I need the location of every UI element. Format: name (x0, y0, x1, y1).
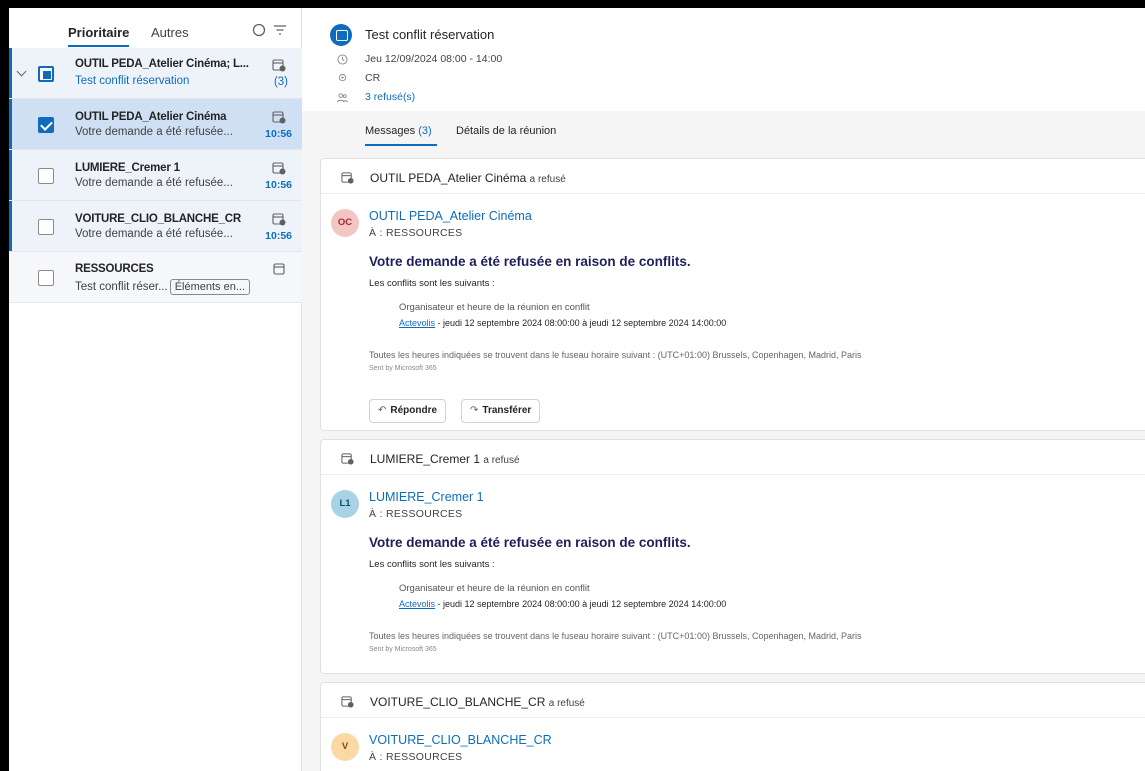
calendar-declined-icon (272, 213, 286, 226)
event-title: Test conflit réservation (365, 27, 495, 42)
list-item-sender: LUMIERE_Cremer 1 (75, 162, 180, 174)
message-checkbox[interactable] (38, 117, 54, 133)
list-item-message[interactable]: VOITURE_CLIO_BLANCHE_CR Votre demande a … (9, 201, 302, 252)
conversation-checkbox[interactable] (38, 66, 54, 82)
category-pill: Éléments en... (169, 279, 251, 295)
calendar-declined-icon (272, 162, 286, 175)
event-attendees[interactable]: 3 refusé(s) (365, 91, 415, 103)
tab-messages-underline (365, 144, 437, 146)
list-item-sender: OUTIL PEDA_Atelier Cinéma; L... (75, 58, 249, 70)
list-item-conversation[interactable]: OUTIL PEDA_Atelier Cinéma; L... Test con… (9, 48, 302, 99)
location-icon (338, 73, 347, 82)
list-item-message[interactable]: LUMIERE_Cremer 1 Votre demande a été ref… (9, 150, 302, 201)
message-card: VOITURE_CLIO_BLANCHE_CR a refusé V VOITU… (320, 682, 1145, 771)
reading-pane: Test conflit réservation Jeu 12/09/2024 … (302, 8, 1145, 771)
organizer-link[interactable]: Actevolis (399, 318, 435, 328)
list-item-subject: Votre demande a été refusée... (75, 228, 233, 240)
list-item-subject: Test conflit réser... Éléments en... (75, 279, 251, 295)
message-card: LUMIERE_Cremer 1 a refusé L1 LUMIERE_Cre… (320, 439, 1145, 674)
select-icon[interactable] (251, 22, 267, 38)
people-icon (337, 93, 348, 103)
forward-button[interactable]: ↷ Transférer (461, 399, 541, 423)
chevron-down-icon[interactable] (16, 66, 27, 77)
tab-focused[interactable]: Prioritaire (68, 25, 129, 40)
message-checkbox[interactable] (38, 168, 54, 184)
conflict-heading: Organisateur et heure de la réunion en c… (399, 583, 590, 594)
tab-messages[interactable]: Messages (3) (365, 125, 432, 137)
sent-by: Sent by Microsoft 365 (369, 365, 437, 372)
list-item-subject: Test conflit réservation (75, 75, 190, 87)
tab-focused-underline (68, 45, 129, 47)
list-item-message[interactable]: RESSOURCES Test conflit réser... Éléments… (9, 252, 302, 303)
list-item-sender: VOITURE_CLIO_BLANCHE_CR (75, 213, 242, 225)
calendar-declined-icon (341, 172, 354, 184)
avatar: OC (331, 209, 359, 237)
recipient-line: À : RESSOURCES (369, 508, 463, 520)
message-list-pane: Prioritaire Autres OUTIL PEDA_Atelier Ci… (9, 8, 302, 771)
message-card-header[interactable]: LUMIERE_Cremer 1 a refusé (321, 440, 1145, 475)
conflict-detail: Actevolis - jeudi 12 septembre 2024 08:0… (399, 318, 727, 328)
message-card: OUTIL PEDA_Atelier Cinéma a refusé OC OU… (320, 158, 1145, 431)
reply-button[interactable]: ↶ Répondre (369, 399, 447, 423)
timezone-note: Toutes les heures indiquées se trouvent … (369, 350, 862, 360)
message-card-title: OUTIL PEDA_Atelier Cinéma a refusé (370, 171, 566, 185)
message-heading: Votre demande a été refusée en raison de… (369, 535, 691, 550)
message-card-header[interactable]: OUTIL PEDA_Atelier Cinéma a refusé (321, 159, 1145, 194)
event-datetime: Jeu 12/09/2024 08:00 - 14:00 (365, 53, 503, 65)
message-subheading: Les conflits sont les suivants : (369, 559, 495, 570)
sender-name[interactable]: OUTIL PEDA_Atelier Cinéma (369, 209, 532, 223)
message-card-header[interactable]: VOITURE_CLIO_BLANCHE_CR a refusé (321, 683, 1145, 718)
event-location: CR (365, 72, 381, 84)
message-card-title: VOITURE_CLIO_BLANCHE_CR a refusé (370, 695, 585, 709)
tab-meeting-details[interactable]: Détails de la réunion (456, 125, 556, 137)
calendar-declined-icon (341, 453, 354, 465)
sender-name[interactable]: VOITURE_CLIO_BLANCHE_CR (369, 733, 552, 747)
calendar-declined-icon (272, 111, 286, 124)
message-checkbox[interactable] (38, 219, 54, 235)
tab-other[interactable]: Autres (151, 25, 189, 40)
list-item-sender: RESSOURCES (75, 263, 154, 275)
avatar: V (331, 733, 359, 761)
conversation-count: (3) (273, 76, 288, 88)
organizer-link[interactable]: Actevolis (399, 599, 435, 609)
message-list-header: Prioritaire Autres (9, 8, 301, 48)
list-item-sender: OUTIL PEDA_Atelier Cinéma (75, 111, 227, 123)
list-item-time: 10:56 (265, 230, 292, 242)
list-item-subject: Votre demande a été refusée... (75, 126, 233, 138)
event-header: Test conflit réservation Jeu 12/09/2024 … (302, 8, 1145, 111)
conflict-detail: Actevolis - jeudi 12 septembre 2024 08:0… (399, 599, 727, 609)
avatar: L1 (331, 490, 359, 518)
list-item-time: 10:56 (265, 128, 292, 140)
message-subheading: Les conflits sont les suivants : (369, 278, 495, 289)
sender-name[interactable]: LUMIERE_Cremer 1 (369, 490, 484, 504)
recipient-line: À : RESSOURCES (369, 751, 463, 763)
message-checkbox[interactable] (38, 270, 54, 286)
outlook-window: Prioritaire Autres OUTIL PEDA_Atelier Ci… (9, 8, 1145, 771)
calendar-declined-icon (341, 696, 354, 708)
list-item-time: 10:56 (265, 179, 292, 191)
calendar-icon (273, 263, 285, 275)
forward-icon: ↷ (470, 405, 479, 416)
filter-icon[interactable] (272, 22, 288, 38)
list-item-message[interactable]: OUTIL PEDA_Atelier Cinéma Votre demande … (9, 99, 302, 150)
message-heading: Votre demande a été refusée en raison de… (369, 254, 691, 269)
list-item-subject: Votre demande a été refusée... (75, 177, 233, 189)
reply-icon: ↶ (378, 405, 387, 416)
calendar-icon (330, 24, 352, 46)
calendar-declined-icon (272, 59, 286, 72)
conflict-heading: Organisateur et heure de la réunion en c… (399, 302, 590, 313)
timezone-note: Toutes les heures indiquées se trouvent … (369, 631, 862, 641)
clock-icon (337, 54, 348, 65)
sent-by: Sent by Microsoft 365 (369, 646, 437, 653)
message-card-title: LUMIERE_Cremer 1 a refusé (370, 452, 520, 466)
recipient-line: À : RESSOURCES (369, 227, 463, 239)
